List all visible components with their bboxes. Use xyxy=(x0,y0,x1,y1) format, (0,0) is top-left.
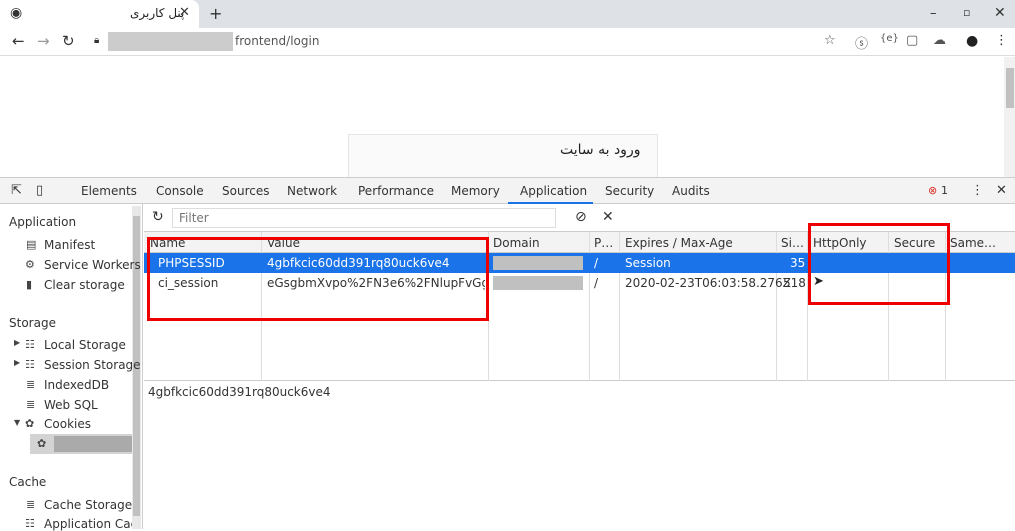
highlight-box-flags xyxy=(808,223,950,305)
sidebar-item-service-workers[interactable]: Service Workers xyxy=(44,258,141,272)
new-tab-icon[interactable]: + xyxy=(209,4,222,23)
database-icon: ≣ xyxy=(26,498,36,511)
expand-arrow-icon[interactable]: ▶ xyxy=(14,358,20,367)
section-storage: Storage xyxy=(9,316,56,330)
window-close-icon[interactable]: ✕ xyxy=(994,5,1006,21)
cell-expires[interactable]: 2020-02-23T06:03:58.276Z xyxy=(625,276,791,290)
sidebar-item-local-storage[interactable]: Local Storage xyxy=(44,338,126,352)
cookie-icon: ✿ xyxy=(37,437,47,450)
error-count[interactable]: 1 xyxy=(941,184,948,197)
menu-icon[interactable]: ⋮ xyxy=(995,33,1008,48)
col-path[interactable]: P… xyxy=(594,236,613,250)
tab-application[interactable]: Application xyxy=(520,184,587,198)
devtools-close-icon[interactable]: ✕ xyxy=(996,183,1007,198)
grid-icon: ☷ xyxy=(25,358,35,371)
cell-size[interactable]: 518 xyxy=(783,276,806,290)
tab-elements[interactable]: Elements xyxy=(81,184,137,198)
sidebar-item-session-storage[interactable]: Session Storage xyxy=(44,358,141,372)
expand-arrow-icon[interactable]: ▶ xyxy=(14,338,20,347)
devtools-tabbar xyxy=(0,177,1015,204)
col-size[interactable]: Si… xyxy=(781,236,804,250)
cookie-icon: ✿ xyxy=(25,417,35,430)
filter-input[interactable] xyxy=(172,208,556,228)
back-icon[interactable]: ← xyxy=(12,32,25,50)
tab-audits[interactable]: Audits xyxy=(672,184,710,198)
inspect-icon[interactable]: ⇱ xyxy=(11,183,22,198)
delete-selected-icon[interactable]: ✕ xyxy=(602,209,614,225)
star-icon[interactable]: ☆ xyxy=(824,33,836,48)
tab-console[interactable]: Console xyxy=(156,184,204,198)
trash-icon: ▮ xyxy=(26,278,33,291)
address-bar[interactable]: frontend/login xyxy=(235,34,319,48)
cell-size[interactable]: 35 xyxy=(790,256,805,270)
sidebar-item-web-sql[interactable]: Web SQL xyxy=(44,398,98,412)
cell-domain-redacted[interactable] xyxy=(493,256,583,270)
col-domain[interactable]: Domain xyxy=(493,236,540,250)
sidebar-item-cache-storage[interactable]: Cache Storage xyxy=(44,498,132,512)
globe-icon: ◉ xyxy=(10,5,23,21)
cell-path[interactable]: / xyxy=(594,256,598,270)
tab-title: پنل کاربری xyxy=(130,6,185,20)
minimize-icon[interactable]: – xyxy=(930,6,937,21)
device-toggle-icon[interactable]: ▯ xyxy=(36,183,43,198)
section-application: Application xyxy=(9,215,77,229)
section-cache: Cache xyxy=(9,475,47,489)
extension-box-icon[interactable]: ▢ xyxy=(906,33,918,48)
manifest-icon: ▤ xyxy=(26,238,37,251)
cell-domain-redacted[interactable] xyxy=(493,276,583,290)
error-icon[interactable]: ⊗ xyxy=(928,184,937,197)
tab-performance[interactable]: Performance xyxy=(358,184,434,198)
extension-cloud-icon[interactable]: ☁ xyxy=(933,33,946,48)
database-icon: ≣ xyxy=(26,398,36,411)
lock-icon[interactable]: 🔒︎ xyxy=(94,35,99,46)
grid-icon: ☷ xyxy=(25,517,35,530)
close-tab-icon[interactable]: ✕ xyxy=(179,5,190,20)
col-expires[interactable]: Expires / Max-Age xyxy=(625,236,733,250)
refresh-icon[interactable]: ↻ xyxy=(152,209,164,225)
json-extension-icon[interactable]: {e} xyxy=(880,33,899,44)
cookie-domain-redacted[interactable] xyxy=(54,436,132,452)
url-redacted[interactable] xyxy=(108,32,233,51)
reload-icon[interactable]: ↻ xyxy=(62,32,75,50)
gear-icon: ⚙ xyxy=(25,258,35,271)
sidebar-item-clear-storage[interactable]: Clear storage xyxy=(44,278,125,292)
sidebar-item-cookies[interactable]: Cookies xyxy=(44,417,91,431)
cookie-value-preview: 4gbfkcic60dd391rq80uck6ve4 xyxy=(148,385,331,399)
account-icon[interactable]: ● xyxy=(966,33,978,49)
devtools-menu-icon[interactable]: ⋮ xyxy=(971,183,984,198)
tab-security[interactable]: Security xyxy=(605,184,654,198)
sidebar-item-manifest[interactable]: Manifest xyxy=(44,238,95,252)
tab-sources[interactable]: Sources xyxy=(222,184,269,198)
col-samesite[interactable]: Same… xyxy=(950,236,996,250)
forward-icon[interactable]: → xyxy=(37,32,50,50)
page-scrollbar-thumb[interactable] xyxy=(1006,68,1014,108)
collapse-arrow-icon[interactable]: ▼ xyxy=(14,418,20,427)
cell-expires[interactable]: Session xyxy=(625,256,671,270)
tab-network[interactable]: Network xyxy=(287,184,337,198)
clear-all-icon[interactable]: ⊘ xyxy=(575,209,587,225)
maximize-icon[interactable]: ▫ xyxy=(963,6,970,19)
database-icon: ≣ xyxy=(26,378,36,391)
cell-path[interactable]: / xyxy=(594,276,598,290)
extension-icon[interactable]: ⓢ xyxy=(855,33,868,52)
sidebar-item-indexeddb[interactable]: IndexedDB xyxy=(44,378,109,392)
tab-memory[interactable]: Memory xyxy=(451,184,500,198)
login-title: ورود به سایت xyxy=(560,142,641,158)
grid-icon: ☷ xyxy=(25,338,35,351)
highlight-box-name-value xyxy=(147,237,489,321)
